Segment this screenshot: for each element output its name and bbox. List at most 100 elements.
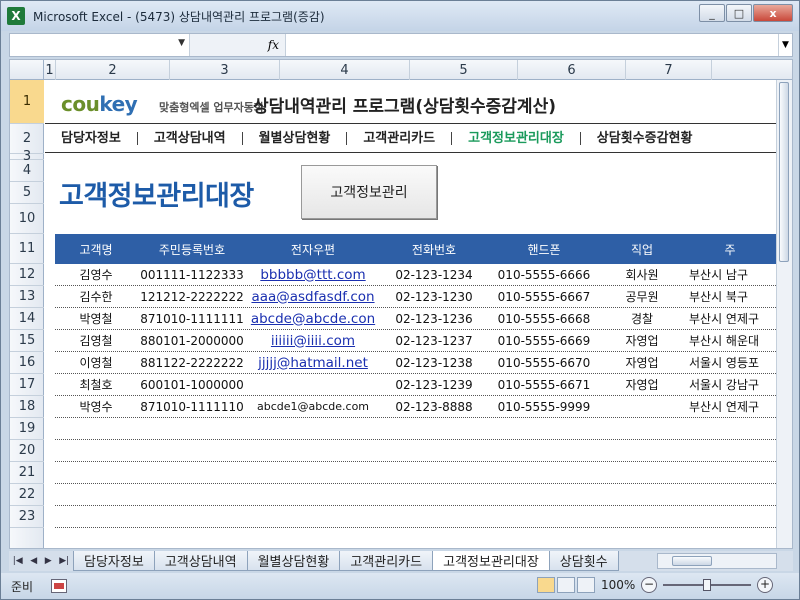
cell-email[interactable]: iiiiii@iiii.com	[247, 333, 379, 349]
column-header[interactable]: 2	[56, 60, 170, 80]
table-row[interactable]: 박영철 871010-1111111 abcde@abcde.con 02-123-1…	[55, 308, 792, 330]
zoom-in-icon[interactable]: +	[757, 577, 773, 593]
row-header[interactable]: 17	[10, 374, 44, 396]
normal-view-icon[interactable]	[537, 577, 555, 593]
menu-item[interactable]: 월별상담현황	[243, 131, 348, 145]
next-sheet-icon[interactable]: ▶	[45, 556, 52, 566]
first-sheet-icon[interactable]: |◀	[13, 556, 23, 566]
column-header[interactable]: 6	[518, 60, 626, 80]
row-header[interactable]: 1	[10, 80, 44, 124]
cell-email[interactable]: aaa@asdfasdf.con	[247, 289, 379, 305]
table-row[interactable]: 박영수 871010-1111110 abcde1@abcde.com 02-123-…	[55, 396, 792, 418]
row-header[interactable]: 4	[10, 160, 44, 182]
empty-row[interactable]	[55, 461, 792, 462]
zoom-level[interactable]: 100%	[601, 578, 635, 592]
prev-sheet-icon[interactable]: ◀	[30, 556, 37, 566]
excel-logo-icon: X	[7, 7, 25, 25]
name-box[interactable]: ▼	[10, 34, 190, 56]
sheet-tab[interactable]: 월별상담현황	[246, 551, 341, 571]
row-header[interactable]: 15	[10, 330, 44, 352]
cell-email[interactable]: jjjjj@hatmail.net	[247, 355, 379, 371]
cell-job: 자영업	[625, 334, 659, 348]
restore-button[interactable]: □	[726, 4, 752, 22]
close-button[interactable]: x	[753, 4, 793, 22]
table-row[interactable]: 김영철 880101-2000000 iiiiii@iiii.com 02-123-1…	[55, 330, 792, 352]
row-header[interactable]: 21	[10, 462, 44, 484]
cell-mobile: 010-5555-6667	[497, 289, 591, 304]
row-headers: 1 2 3 4 5 10 11 12 13 14 15 16 17 18 19 20 21 22 23	[10, 80, 44, 548]
empty-row[interactable]	[55, 505, 792, 506]
brand-logo: coukey	[61, 92, 138, 116]
sheet-tab[interactable]: 담당자정보	[73, 551, 155, 571]
page-break-view-icon[interactable]	[577, 577, 595, 593]
sheet-title: 고객정보관리대장	[59, 181, 254, 212]
customer-management-button[interactable]: 고객정보관리	[301, 165, 437, 219]
hscroll-thumb[interactable]	[672, 556, 712, 566]
cell-mobile: 010-5555-6671	[497, 377, 591, 392]
vertical-scrollbar[interactable]	[776, 80, 792, 548]
sheet-tab[interactable]: 고객관리카드	[339, 551, 434, 571]
select-all-corner[interactable]	[10, 60, 44, 80]
row-header[interactable]: 20	[10, 440, 44, 462]
row-header[interactable]: 23	[10, 506, 44, 528]
formula-input[interactable]	[286, 34, 778, 56]
table-row[interactable]: 이영철 881122-2222222 jjjjj@hatmail.net 02-123…	[55, 352, 792, 374]
menu-item[interactable]: 상담횟수증감현황	[581, 132, 709, 145]
cell-job: 공무원	[625, 290, 659, 304]
chevron-down-icon[interactable]: ▼	[178, 38, 185, 48]
row-header[interactable]: 16	[10, 352, 44, 374]
row-header[interactable]: 18	[10, 396, 44, 418]
sheet-tab[interactable]: 고객상담내역	[153, 551, 248, 571]
menu-item[interactable]: 담당자정보	[45, 131, 138, 145]
row-header[interactable]: 12	[10, 264, 44, 286]
sheet-tabs-bar: |◀ ◀ ▶ ▶| 담당자정보 고객상담내역 월별상담현황 고객관리카드 고객정보관리대…	[9, 551, 793, 571]
row-header[interactable]: 11	[10, 234, 44, 264]
fx-icon[interactable]: fx	[190, 34, 286, 56]
cell-mobile: 010-5555-6669	[497, 333, 591, 348]
expand-formula-icon[interactable]: ▼	[778, 34, 792, 56]
menu-item[interactable]: 고객관리카드	[347, 131, 453, 145]
cell-id: 871010-1111110	[140, 399, 244, 414]
column-title: 핸드폰	[527, 242, 561, 257]
empty-row[interactable]	[55, 527, 792, 528]
cell-name: 김영철	[79, 334, 113, 348]
cell-name: 김영수	[79, 268, 113, 282]
cell-email[interactable]: bbbbb@ttt.com	[247, 267, 379, 283]
row-header[interactable]: 14	[10, 308, 44, 330]
column-header[interactable]: 5	[410, 60, 518, 80]
sheet-tab[interactable]: 고객정보관리대장	[432, 551, 550, 571]
row-header[interactable]: 22	[10, 484, 44, 506]
horizontal-scrollbar[interactable]	[657, 553, 777, 569]
menu-item[interactable]: 고객정보관리대장	[452, 131, 581, 145]
cell-tel: 02-123-1236	[395, 311, 473, 326]
macro-record-icon[interactable]	[51, 579, 68, 593]
column-header[interactable]: 7	[626, 60, 712, 80]
row-header[interactable]: 10	[10, 204, 44, 234]
last-sheet-icon[interactable]: ▶|	[59, 556, 69, 566]
menu-item[interactable]: 고객상담내역	[138, 131, 243, 145]
cell-id: 871010-1111111	[140, 311, 244, 326]
column-header[interactable]: 1	[44, 60, 56, 80]
zoom-slider[interactable]: − +	[641, 577, 773, 593]
row-header[interactable]: 19	[10, 418, 44, 440]
column-header[interactable]: 4	[280, 60, 410, 80]
title-bar: X Microsoft Excel - (5473) 상담내역관리 프로그램(증…	[1, 1, 799, 31]
sheet-tab[interactable]: 상담횟수	[548, 551, 619, 571]
empty-row[interactable]	[55, 439, 792, 440]
scroll-thumb[interactable]	[779, 82, 789, 262]
empty-row[interactable]	[55, 483, 792, 484]
column-header[interactable]: 3	[170, 60, 280, 80]
minimize-button[interactable]: _	[699, 4, 725, 22]
table-row[interactable]: 최철호 600101-1000000 02-123-1239 010-5555-667…	[55, 374, 792, 396]
table-row[interactable]: 김영수 001111-1122333 bbbbb@ttt.com 02-123-123…	[55, 264, 792, 286]
sheet-tabs: 담당자정보 고객상담내역 월별상담현황 고객관리카드 고객정보관리대장 상담횟수	[73, 551, 619, 571]
table-row[interactable]: 김수한 121212-2222222 aaa@asdfasdf.con 02-123-…	[55, 286, 792, 308]
cell-name: 김수한	[79, 290, 113, 304]
zoom-knob[interactable]	[703, 579, 711, 591]
zoom-out-icon[interactable]: −	[641, 577, 657, 593]
page-layout-view-icon[interactable]	[557, 577, 575, 593]
row-header[interactable]: 5	[10, 182, 44, 204]
row-header[interactable]: 13	[10, 286, 44, 308]
cell-addr: 부산시 연제구	[689, 400, 760, 414]
cell-email[interactable]: abcde@abcde.con	[247, 311, 379, 327]
